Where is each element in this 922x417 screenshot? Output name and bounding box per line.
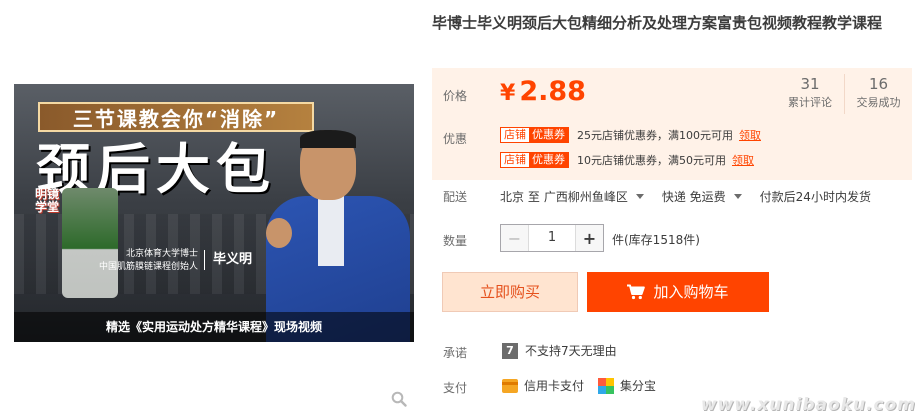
stat-value: 16	[868, 75, 889, 93]
promo-label: 优惠	[443, 132, 468, 146]
image-vertical-sign: 明镜学堂	[34, 187, 59, 214]
payment-credit-card[interactable]: 信用卡支付	[502, 377, 584, 394]
currency-symbol: ¥	[500, 81, 516, 106]
credit-card-icon	[502, 378, 518, 393]
product-main-image[interactable]: 三节课教会你“消除” 颈后大包 明镜学堂 北京体育大学博士 中国肌筋膜链课程创始…	[14, 84, 414, 342]
coupon-tag: 店铺 优惠券	[500, 127, 569, 143]
zoom-icon[interactable]	[391, 391, 407, 407]
add-to-cart-label: 加入购物车	[653, 283, 729, 301]
credential-line-1: 北京体育大学博士	[125, 249, 198, 259]
coupon-row: 店铺 优惠券 25元店铺优惠券，满100元可用 领取	[500, 126, 761, 144]
jifenbao-icon	[598, 377, 615, 394]
stat-reviews[interactable]: 31 累计评论	[776, 74, 844, 114]
credential-line-2: 中国肌筋膜链课程创始人	[98, 262, 198, 272]
dispatch-time: 付款后24小时内发货	[759, 190, 871, 204]
stat-label: 累计评论	[788, 96, 832, 109]
image-banner: 三节课教会你“消除”	[38, 102, 314, 132]
stat-label: 交易成功	[856, 96, 901, 109]
stat-transactions: 16 交易成功	[844, 74, 912, 114]
quantity-stepper: − 1 +	[500, 224, 604, 252]
shipping-row: 配送 北京 至 广西柳州鱼峰区 快递 免运费 付款后24小时内发货	[432, 186, 912, 206]
site-watermark: www.xunibaoku.com	[700, 395, 916, 415]
increase-button[interactable]: +	[575, 225, 603, 251]
quantity-row: 数量 − 1 + 件(库存1518件)	[432, 224, 912, 254]
quantity-input[interactable]: 1	[529, 225, 575, 251]
ship-from: 北京 至	[500, 190, 540, 204]
coupon-tag: 店铺 优惠券	[500, 152, 569, 168]
payment-method-label: 信用卡支付	[524, 379, 585, 393]
price-amount: 2.88	[519, 76, 586, 107]
product-gallery: 三节课教会你“消除” 颈后大包 明镜学堂 北京体育大学博士 中国肌筋膜链课程创始…	[0, 0, 425, 417]
seven-day-icon: 7	[502, 342, 518, 359]
presenter-hand	[266, 218, 292, 248]
price-value: ¥2.88	[500, 76, 586, 108]
promise-row: 承诺 7 不支持7天无理由	[432, 342, 912, 362]
price-panel: 价格 ¥2.88 31 累计评论 16 交易成功 优惠 店铺 优惠券 25元店铺优…	[432, 68, 912, 180]
ship-method-dropdown[interactable]: 快递 免运费	[662, 188, 756, 205]
claim-coupon-link[interactable]: 领取	[732, 152, 754, 168]
sales-stats: 31 累计评论 16 交易成功	[776, 74, 912, 114]
payment-row: 支付 信用卡支付 集分宝	[432, 377, 912, 397]
quantity-label: 数量	[443, 234, 468, 248]
image-bottom-caption: 精选《实用运动处方精华课程》现场视频	[14, 312, 414, 342]
add-to-cart-button[interactable]: 加入购物车	[587, 272, 769, 312]
chevron-down-icon	[733, 194, 742, 199]
coupon-text: 25元店铺优惠券，满100元可用	[577, 129, 733, 142]
product-title: 毕博士毕义明颈后大包精细分析及处理方案富贵包视频教程教学课程	[432, 14, 883, 32]
ship-method-value: 快递 免运费	[661, 190, 726, 204]
promise-label: 承诺	[443, 346, 468, 360]
price-label: 价格	[443, 89, 468, 103]
presenter-figure	[262, 130, 412, 342]
coupon-tag-left: 店铺	[501, 128, 529, 142]
ship-to-value: 广西柳州鱼峰区	[543, 190, 628, 204]
coupon-tag-left: 店铺	[501, 153, 529, 167]
ship-to-dropdown[interactable]: 广西柳州鱼峰区	[544, 188, 658, 205]
decrease-button[interactable]: −	[501, 225, 529, 251]
payment-label: 支付	[443, 381, 468, 395]
payment-jifenbao[interactable]: 集分宝	[598, 377, 656, 394]
coupon-row: 店铺 优惠券 10元店铺优惠券，满50元可用 领取	[500, 151, 754, 169]
promise-item[interactable]: 7 不支持7天无理由	[502, 342, 617, 359]
stat-value: 31	[800, 75, 820, 93]
claim-coupon-link[interactable]: 领取	[739, 127, 761, 143]
coupon-tag-right: 优惠券	[529, 153, 568, 167]
shipping-details: 北京 至 广西柳州鱼峰区 快递 免运费 付款后24小时内发货	[500, 188, 875, 205]
presenter-shirt	[318, 196, 344, 266]
payment-methods: 信用卡支付 集分宝	[502, 377, 670, 394]
presenter-hair	[300, 130, 356, 148]
stock-info: 件(库存1518件)	[612, 233, 700, 247]
coupon-text: 10元店铺优惠券，满50元可用	[577, 154, 726, 167]
promise-text: 不支持7天无理由	[525, 344, 617, 358]
cart-icon	[627, 284, 646, 300]
buy-now-button[interactable]: 立即购买	[442, 272, 578, 312]
presenter-name: 毕义明	[204, 250, 260, 270]
plant-decoration	[62, 188, 118, 298]
coupon-tag-right: 优惠券	[529, 128, 568, 142]
shipping-label: 配送	[443, 190, 468, 204]
presenter-credentials: 北京体育大学博士 中国肌筋膜链课程创始人	[70, 248, 198, 278]
payment-method-label: 集分宝	[620, 379, 657, 393]
chevron-down-icon	[635, 194, 644, 199]
